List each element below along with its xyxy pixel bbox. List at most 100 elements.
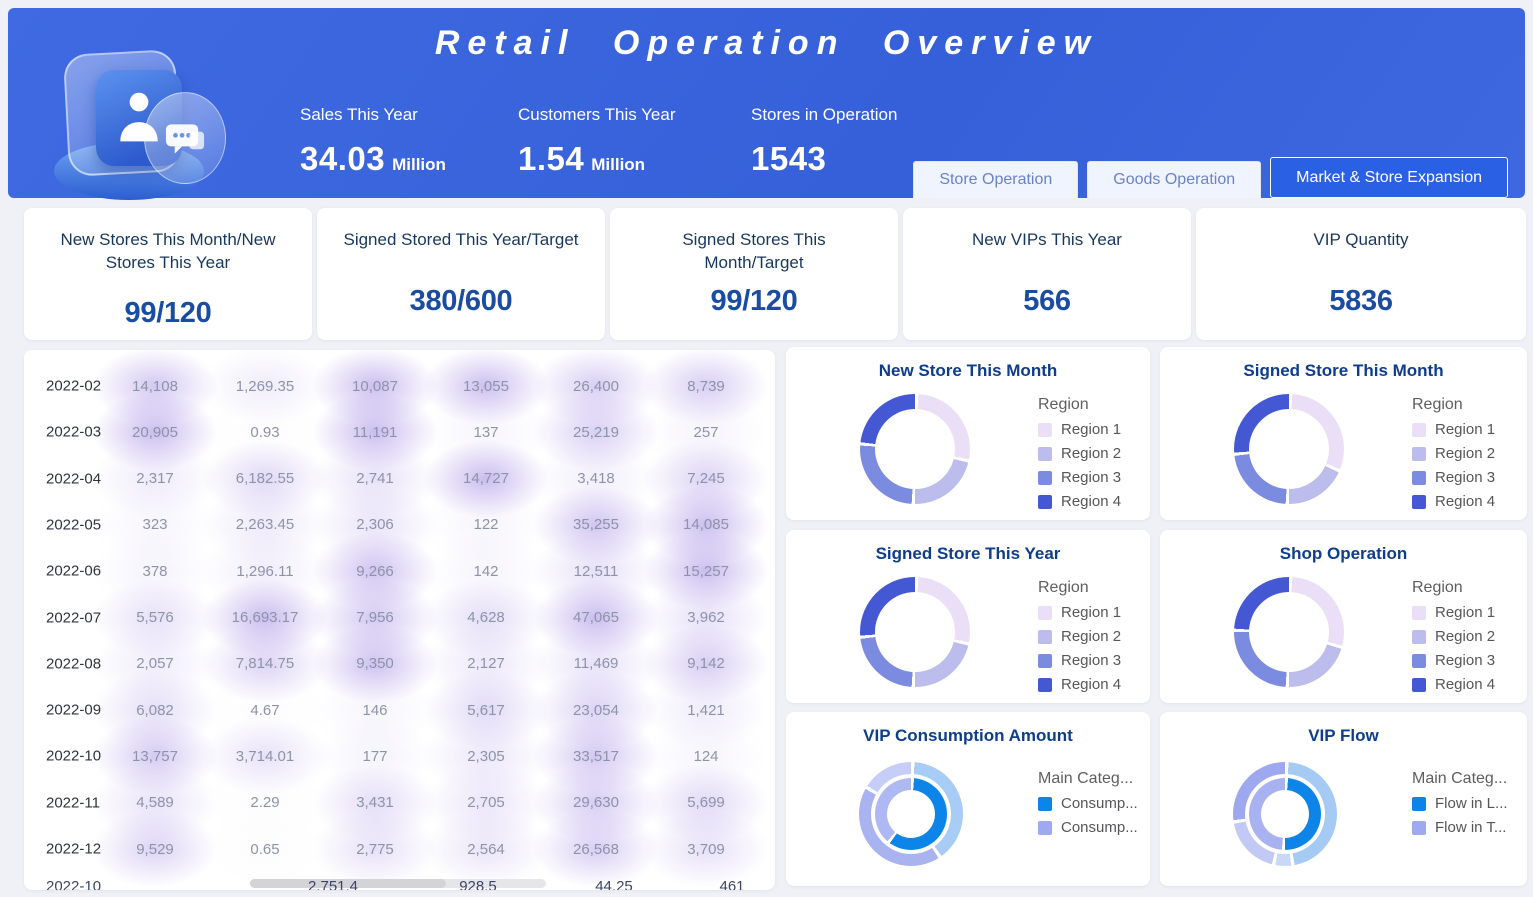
legend-title: Region [1038, 579, 1121, 597]
header-kpi-customers-this-year: Customers This Year1.54Million [518, 105, 675, 178]
legend-label: Region 1 [1435, 604, 1495, 621]
cell-value: 0.65 [250, 841, 279, 858]
summary-card-value: 99/120 [24, 297, 312, 330]
cell-value: 29,630 [573, 794, 619, 811]
summary-cards-row: New Stores This Month/New Stores This Ye… [24, 208, 1526, 340]
legend-swatch-icon [1412, 797, 1426, 811]
tab-store-operation[interactable]: Store Operation [913, 161, 1078, 198]
legend-swatch-icon [1038, 606, 1052, 620]
legend-item[interactable]: Region 1 [1038, 421, 1121, 438]
page-title: Retail Operation Overview [8, 24, 1525, 63]
chart-legend: RegionRegion 1Region 2Region 3Region 4 [1412, 396, 1495, 510]
cell-value: 1,269.35 [236, 378, 294, 395]
legend-item[interactable]: Region 3 [1038, 469, 1121, 486]
legend-title: Region [1038, 396, 1121, 414]
table-cell: 2,775 [320, 826, 430, 872]
cell-value: 7,245 [687, 470, 725, 487]
legend-item[interactable]: Region 1 [1038, 604, 1121, 621]
chart-legend: Main Categ...Consump...Consump... [1038, 770, 1138, 836]
cell-value: 2,306 [356, 516, 394, 533]
cell-value: 10,087 [352, 378, 398, 395]
summary-card-value: 566 [903, 285, 1191, 318]
donut-chart[interactable] [1234, 577, 1344, 687]
donut-hole [875, 592, 955, 672]
chart-legend: Main Categ...Flow in L...Flow in T... [1412, 770, 1508, 836]
kpi-value: 1543 [751, 140, 897, 178]
row-month-label: 2022-03 [46, 424, 101, 441]
donut-chart[interactable] [859, 762, 963, 866]
legend-item[interactable]: Flow in L... [1412, 795, 1508, 812]
cell-value: 3,431 [356, 794, 394, 811]
tab-market-store-expansion[interactable]: Market & Store Expansion [1270, 157, 1508, 198]
legend-label: Region 3 [1435, 469, 1495, 486]
chart-card-vip-consumption-amount: VIP Consumption AmountMain Categ...Consu… [786, 712, 1150, 886]
donut-chart[interactable] [860, 394, 970, 504]
legend-item[interactable]: Region 3 [1038, 652, 1121, 669]
legend-label: Region 2 [1061, 628, 1121, 645]
cell-value: 47,065 [573, 609, 619, 626]
legend-swatch-icon [1412, 495, 1426, 509]
legend-item[interactable]: Consump... [1038, 819, 1138, 836]
cell-value: 26,568 [573, 841, 619, 858]
chart-title: VIP Consumption Amount [786, 726, 1150, 746]
cell-value: 257 [693, 424, 718, 441]
cell-value: 35,255 [573, 516, 619, 533]
donut-chart[interactable] [1233, 762, 1337, 866]
cell-value: 177 [362, 748, 387, 765]
legend-title: Region [1412, 579, 1495, 597]
legend-item[interactable]: Flow in T... [1412, 819, 1508, 836]
donut-inner-ring [875, 778, 947, 850]
legend-label: Region 2 [1061, 445, 1121, 462]
legend-swatch-icon [1038, 423, 1052, 437]
legend-label: Flow in T... [1435, 819, 1506, 836]
summary-card-value: 5836 [1196, 285, 1526, 318]
cell-value: 15,257 [683, 563, 729, 580]
donut-ring-gap [1245, 774, 1325, 854]
partial-row-value: 2,751.4 [278, 878, 388, 890]
cell-value: 2,705 [467, 794, 505, 811]
row-month-label: 2022-12 [46, 841, 101, 858]
donut-ring-gap [871, 774, 951, 854]
cell-value: 137 [473, 424, 498, 441]
legend-item[interactable]: Consump... [1038, 795, 1138, 812]
cell-value: 4,628 [467, 609, 505, 626]
cell-value: 3,714.01 [236, 748, 294, 765]
cell-value: 9,142 [687, 655, 725, 672]
legend-label: Region 3 [1061, 652, 1121, 669]
cell-value: 14,085 [683, 516, 729, 533]
legend-item[interactable]: Region 3 [1412, 652, 1495, 669]
legend-item[interactable]: Region 2 [1412, 628, 1495, 645]
legend-swatch-icon [1038, 797, 1052, 811]
row-month-label: 2022-07 [46, 609, 101, 626]
cell-value: 2,564 [467, 841, 505, 858]
chart-legend: Region Region 1 Region 2 Region 3 Region 4 [1038, 579, 1121, 693]
legend-label: Region 1 [1435, 421, 1495, 438]
legend-item[interactable]: Region 1 [1412, 604, 1495, 621]
legend-item[interactable]: Region 4 [1412, 493, 1495, 510]
legend-item[interactable]: Region 2 [1038, 628, 1121, 645]
legend-item[interactable]: Region 4 [1038, 493, 1121, 510]
partial-row-value: 461 [677, 878, 775, 890]
legend-item[interactable]: Region 2 [1412, 445, 1495, 462]
summary-card-label: New Stores This Month/New Stores This Ye… [24, 208, 312, 275]
kpi-number: 34.03 [300, 140, 385, 177]
legend-item[interactable]: Region 2 [1038, 445, 1121, 462]
cell-value: 3,962 [687, 609, 725, 626]
tab-goods-operation[interactable]: Goods Operation [1087, 161, 1261, 198]
donut-chart[interactable] [1234, 394, 1344, 504]
cell-value: 13,757 [132, 748, 178, 765]
summary-card-new-vips-this-year: New VIPs This Year566 [903, 208, 1191, 340]
donut-chart[interactable] [860, 577, 970, 687]
chart-card-signed-store-this-year: Signed Store This YearRegionRegion 1Regi… [786, 530, 1150, 703]
legend-item[interactable]: Region 4 [1038, 676, 1121, 693]
cell-value: 4,589 [136, 794, 174, 811]
table-cell: 2,564 [431, 826, 541, 872]
donut-hole [875, 409, 955, 489]
chart-title: New Store This Month [786, 361, 1150, 381]
kpi-unit: Million [392, 155, 446, 174]
legend-label: Region 3 [1061, 469, 1121, 486]
legend-item[interactable]: Region 3 [1412, 469, 1495, 486]
legend-item[interactable]: Region 1 [1412, 421, 1495, 438]
cell-value: 2.29 [250, 794, 279, 811]
legend-item[interactable]: Region 4 [1412, 676, 1495, 693]
